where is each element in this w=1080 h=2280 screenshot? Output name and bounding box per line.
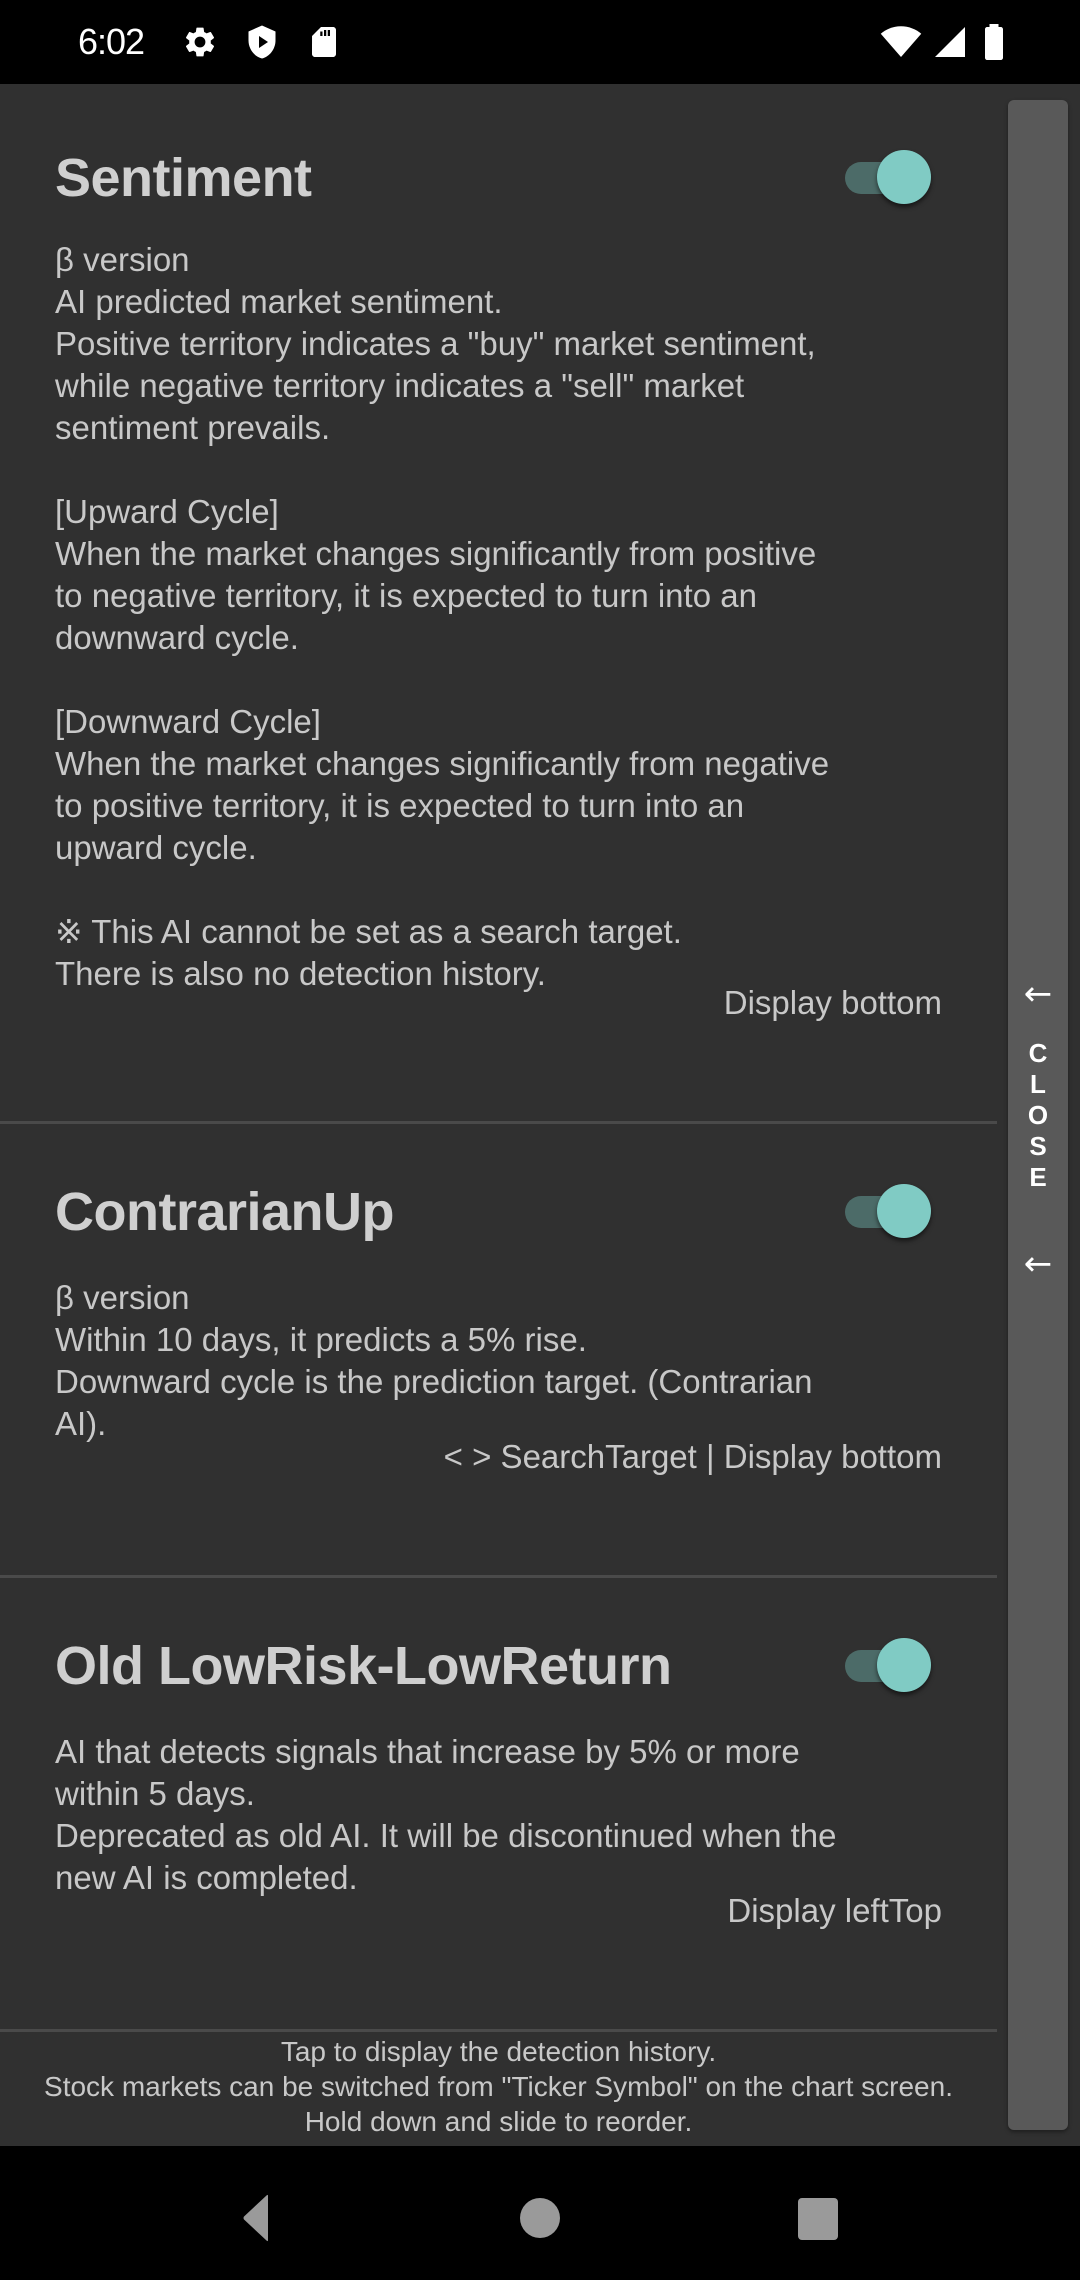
- shield-play-icon: [248, 25, 276, 59]
- battery-icon: [985, 24, 1003, 60]
- card-title: Old LowRisk-LowReturn: [55, 1636, 672, 1696]
- arrow-left-icon: ←: [1023, 974, 1053, 1014]
- toggle-thumb: [877, 150, 931, 204]
- hint-text: Tap to display the detection history. St…: [0, 2034, 997, 2139]
- wifi-icon: [880, 26, 922, 57]
- gear-icon: [185, 27, 215, 57]
- back-icon[interactable]: [226, 2188, 286, 2248]
- hint-line-1: Tap to display the detection history.: [280, 2036, 717, 2067]
- card-description: AI that detects signals that increase by…: [55, 1733, 837, 1896]
- close-label: C L O S E: [1008, 1038, 1068, 1193]
- card-footer: < > SearchTarget | Display bottom: [443, 1438, 942, 1475]
- close-letter: E: [1029, 1162, 1047, 1192]
- ai-settings-panel: Sentiment β version AI predicted market …: [0, 84, 1080, 2146]
- sd-card-icon: [312, 27, 336, 57]
- toggle-thumb: [877, 1638, 931, 1692]
- card-title: ContrarianUp: [55, 1182, 395, 1242]
- close-letter: S: [1029, 1131, 1047, 1161]
- ai-card-contrarianup[interactable]: ContrarianUp β version Within 10 days, i…: [0, 1124, 997, 1578]
- toggle-thumb: [877, 1184, 931, 1238]
- ai-list: Sentiment β version AI predicted market …: [0, 84, 997, 2032]
- card-title: Sentiment: [55, 148, 312, 208]
- status-bar: 6:02: [0, 0, 1080, 84]
- cell-signal-icon: [935, 27, 965, 57]
- hint-line-3: Hold down and slide to reorder.: [304, 2106, 693, 2137]
- enable-toggle[interactable]: [843, 148, 933, 204]
- ai-card-sentiment[interactable]: Sentiment β version AI predicted market …: [0, 84, 997, 1124]
- card-footer: Display leftTop: [727, 1892, 942, 1929]
- close-panel-button[interactable]: ← C L O S E ←: [1008, 100, 1068, 2130]
- home-icon[interactable]: [510, 2188, 570, 2248]
- card-footer: Display bottom: [723, 984, 942, 1021]
- close-letter: C: [1028, 1038, 1048, 1068]
- divider: [0, 2029, 997, 2032]
- recents-icon[interactable]: [788, 2188, 848, 2248]
- arrow-left-icon: ←: [1023, 1244, 1053, 1284]
- enable-toggle[interactable]: [843, 1182, 933, 1238]
- navigation-bar: [0, 2146, 1080, 2280]
- close-letter: O: [1027, 1100, 1049, 1130]
- card-description: β version Within 10 days, it predicts a …: [55, 1279, 813, 1442]
- enable-toggle[interactable]: [843, 1636, 933, 1692]
- ai-card-old-lowrisk-lowreturn[interactable]: Old LowRisk-LowReturn AI that detects si…: [0, 1578, 997, 2032]
- card-description: β version AI predicted market sentiment.…: [55, 241, 830, 992]
- close-letter: L: [1030, 1069, 1046, 1099]
- hint-line-2: Stock markets can be switched from "Tick…: [44, 2071, 953, 2102]
- status-time: 6:02: [78, 21, 145, 62]
